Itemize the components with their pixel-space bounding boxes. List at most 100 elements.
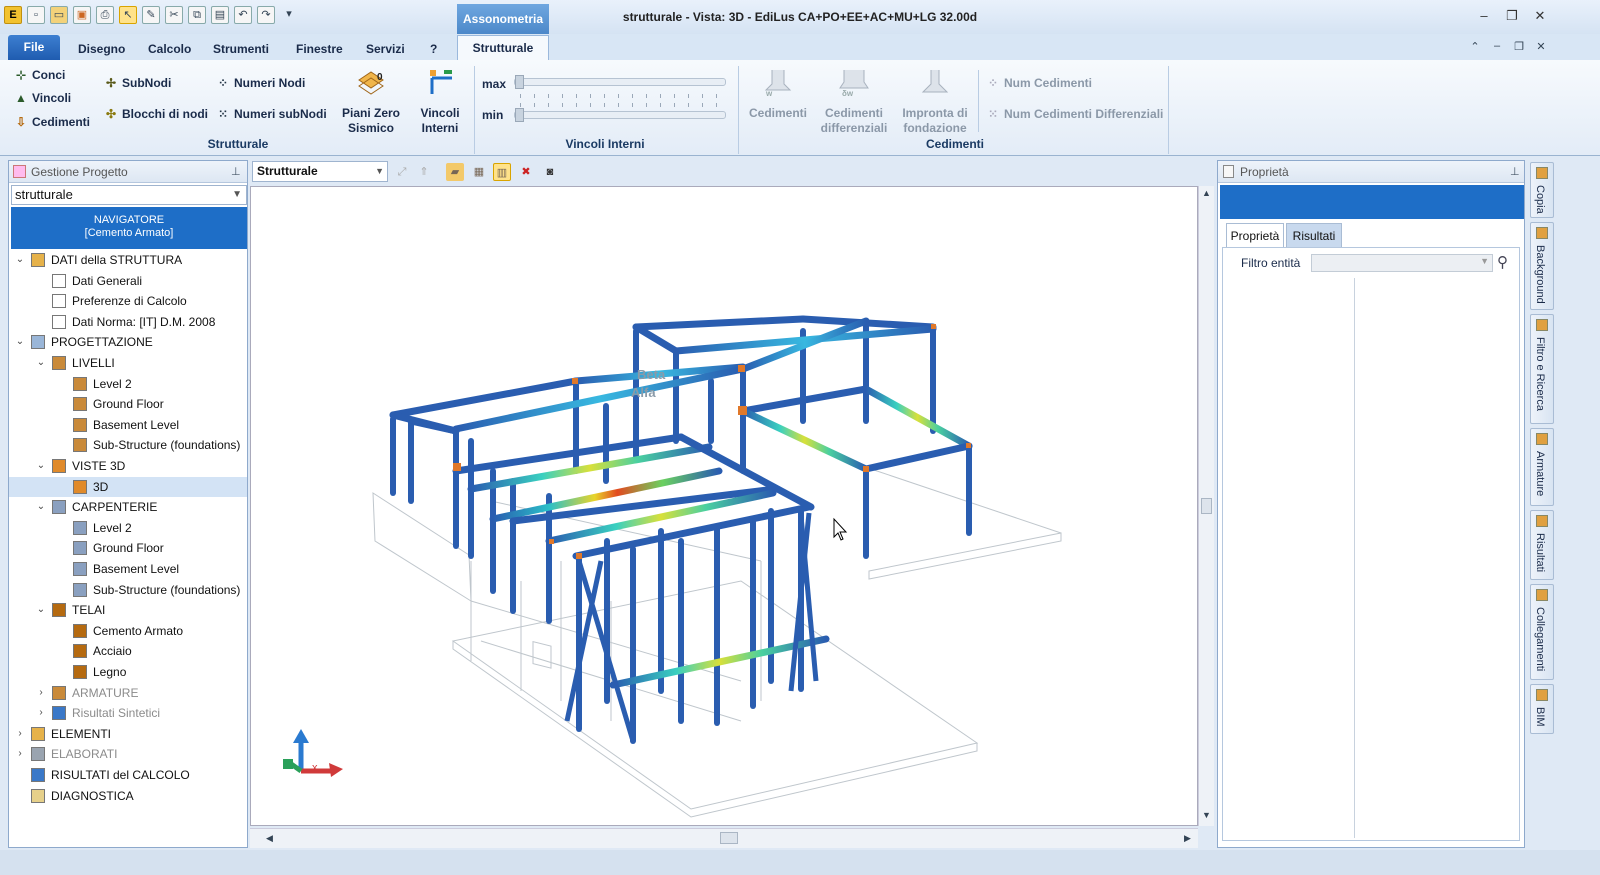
minimize-icon[interactable]: –	[1475, 8, 1493, 24]
tree-item[interactable]: Sub-Structure (foundations)	[9, 580, 247, 600]
expand-chevron-icon[interactable]: ⌄	[36, 353, 46, 373]
expand-chevron-icon[interactable]: ⌄	[15, 250, 25, 270]
side-button-filtro-e-ricerca[interactable]: Filtro e Ricerca	[1530, 314, 1554, 424]
tree-item[interactable]: Legno	[9, 662, 247, 682]
tree-item[interactable]: DIAGNOSTICA	[9, 786, 247, 806]
piani-zero-sismico-button[interactable]: 0 Piani Zero Sismico	[338, 66, 404, 136]
tab-calcolo[interactable]: Calcolo	[148, 38, 191, 60]
tab-proprieta[interactable]: Proprietà	[1226, 223, 1284, 247]
tree-item[interactable]: Basement Level	[9, 415, 247, 435]
tree-item[interactable]: Ground Floor	[9, 394, 247, 414]
paste-icon[interactable]: ▤	[211, 6, 229, 24]
close-icon[interactable]: ✕	[1531, 8, 1549, 24]
vertical-scrollbar[interactable]: ▲ ▼	[1198, 186, 1214, 826]
tree-item[interactable]: Level 2	[9, 518, 247, 538]
mdi-restore-icon[interactable]: ❐	[1512, 40, 1526, 53]
blocchi-nodi-button[interactable]: ✣ Blocchi di nodi	[104, 107, 208, 121]
tree-item[interactable]: Acciaio	[9, 641, 247, 661]
mdi-minimize-icon[interactable]: –	[1490, 40, 1504, 52]
tree-item[interactable]: ⌄ DATI della STRUTTURA	[9, 250, 247, 270]
redo-icon[interactable]: ↷	[257, 6, 275, 24]
horizontal-scrollbar[interactable]: ◀ ▶	[250, 828, 1198, 848]
tree-item[interactable]: › ELABORATI	[9, 744, 247, 764]
vertical-scroll-thumb[interactable]	[1201, 498, 1212, 514]
tree-item[interactable]: ⌄ LIVELLI	[9, 353, 247, 373]
vincoli-interni-button[interactable]: Vincoli Interni	[410, 66, 470, 136]
min-slider-thumb[interactable]	[515, 108, 524, 122]
expand-chevron-icon[interactable]: ⌄	[36, 456, 46, 476]
print-icon[interactable]: ⎙	[96, 6, 114, 24]
num-cedimenti-diff-button[interactable]: ⁙ Num Cedimenti Differenziali	[986, 107, 1163, 121]
side-button-risultati[interactable]: Risultati	[1530, 510, 1554, 580]
view-select[interactable]: Strutturale ▼	[252, 161, 388, 182]
subnodi-button[interactable]: ✢ SubNodi	[104, 76, 171, 90]
structural-3d-model[interactable]: Beta Alfa x	[251, 187, 1197, 825]
cedimenti-toggle-button[interactable]: ⇩ Cedimenti	[14, 115, 90, 129]
pin-icon[interactable]: ⊥	[231, 161, 241, 183]
wireframe-view-icon[interactable]: ▦	[470, 163, 488, 181]
collapse-chevron-icon[interactable]: ›	[36, 703, 46, 723]
undo-icon[interactable]: ↶	[234, 6, 252, 24]
3d-viewport[interactable]: Beta Alfa x	[250, 186, 1198, 826]
tab-help[interactable]: ?	[430, 38, 437, 60]
max-slider-track[interactable]	[514, 78, 726, 86]
scroll-up-icon[interactable]: ▲	[1202, 188, 1211, 198]
max-slider-thumb[interactable]	[515, 75, 524, 89]
cedimenti-button[interactable]: w Cedimenti	[746, 66, 810, 121]
side-button-collegamenti[interactable]: Collegamenti	[1530, 584, 1554, 680]
search-icon[interactable]: ⚲	[1497, 253, 1508, 271]
tree-item[interactable]: Dati Generali	[9, 271, 247, 291]
filter-entity-select[interactable]: ▼	[1311, 254, 1493, 272]
solid-view-icon[interactable]: ▰	[446, 163, 464, 181]
tab-servizi[interactable]: Servizi	[366, 38, 405, 60]
tree-item[interactable]: 3D	[9, 476, 247, 497]
tool-disabled-icon[interactable]: ⇑	[415, 163, 433, 181]
expand-chevron-icon[interactable]: ⌄	[36, 600, 46, 620]
cut-icon[interactable]: ✂	[165, 6, 183, 24]
tree-item[interactable]: ⌄ PROGETTAZIONE	[9, 332, 247, 352]
numeri-nodi-button[interactable]: ⁘ Numeri Nodi	[216, 76, 305, 90]
tab-finestre[interactable]: Finestre	[296, 38, 343, 60]
camera-icon[interactable]: ◙	[541, 163, 559, 181]
copy-icon[interactable]: ⧉	[188, 6, 206, 24]
scroll-right-icon[interactable]: ▶	[1184, 833, 1191, 844]
tab-risultati[interactable]: Risultati	[1286, 223, 1342, 247]
tree-item[interactable]: Ground Floor	[9, 538, 247, 558]
tab-strumenti[interactable]: Strumenti	[213, 38, 269, 60]
app-menu-icon[interactable]: E	[4, 6, 22, 24]
scroll-left-icon[interactable]: ◀	[266, 833, 273, 844]
structural-view-icon[interactable]: ▥	[493, 163, 511, 181]
tree-item[interactable]: ⌄ CARPENTERIE	[9, 497, 247, 517]
tab-disegno[interactable]: Disegno	[78, 38, 125, 60]
side-button-armature[interactable]: Armature	[1530, 428, 1554, 506]
horizontal-scroll-thumb[interactable]	[720, 832, 738, 844]
tree-item[interactable]: Basement Level	[9, 559, 247, 579]
mdi-close-icon[interactable]: ✕	[1534, 40, 1548, 53]
side-button-copia[interactable]: Copia	[1530, 162, 1554, 218]
tree-item[interactable]: › Risultati Sintetici	[9, 703, 247, 723]
remove-view-icon[interactable]: ✖	[517, 163, 535, 181]
select-pointer-icon[interactable]: ↖	[119, 6, 137, 24]
impronta-fondazione-button[interactable]: Impronta di fondazione	[898, 66, 972, 136]
tree-item[interactable]: › ARMATURE	[9, 683, 247, 703]
tree-item[interactable]: RISULTATI del CALCOLO	[9, 765, 247, 785]
tree-item[interactable]: ⌄ VISTE 3D	[9, 456, 247, 476]
tool-disabled-icon[interactable]: ⤢	[393, 163, 411, 181]
expand-chevron-icon[interactable]: ⌄	[36, 497, 46, 517]
collapse-chevron-icon[interactable]: ›	[36, 683, 46, 703]
properties-icon[interactable]: ✎	[142, 6, 160, 24]
open-folder-icon[interactable]: ▭	[50, 6, 68, 24]
pin-icon[interactable]: ⊥	[1510, 161, 1520, 183]
tab-file[interactable]: File	[8, 35, 60, 60]
side-button-bim[interactable]: BIM	[1530, 684, 1554, 734]
project-select[interactable]: strutturale ▼	[11, 185, 247, 205]
side-button-background[interactable]: Background	[1530, 222, 1554, 310]
restore-icon[interactable]: ❐	[1503, 8, 1521, 24]
cedimenti-differenziali-button[interactable]: δw Cedimenti differenziali	[818, 66, 890, 136]
tree-item[interactable]: › ELEMENTI	[9, 724, 247, 744]
collapse-chevron-icon[interactable]: ›	[15, 744, 25, 764]
scroll-down-icon[interactable]: ▼	[1202, 810, 1211, 820]
expand-chevron-icon[interactable]: ⌄	[15, 332, 25, 352]
min-slider-track[interactable]	[514, 111, 726, 119]
tree-item[interactable]: ⌄ TELAI	[9, 600, 247, 620]
